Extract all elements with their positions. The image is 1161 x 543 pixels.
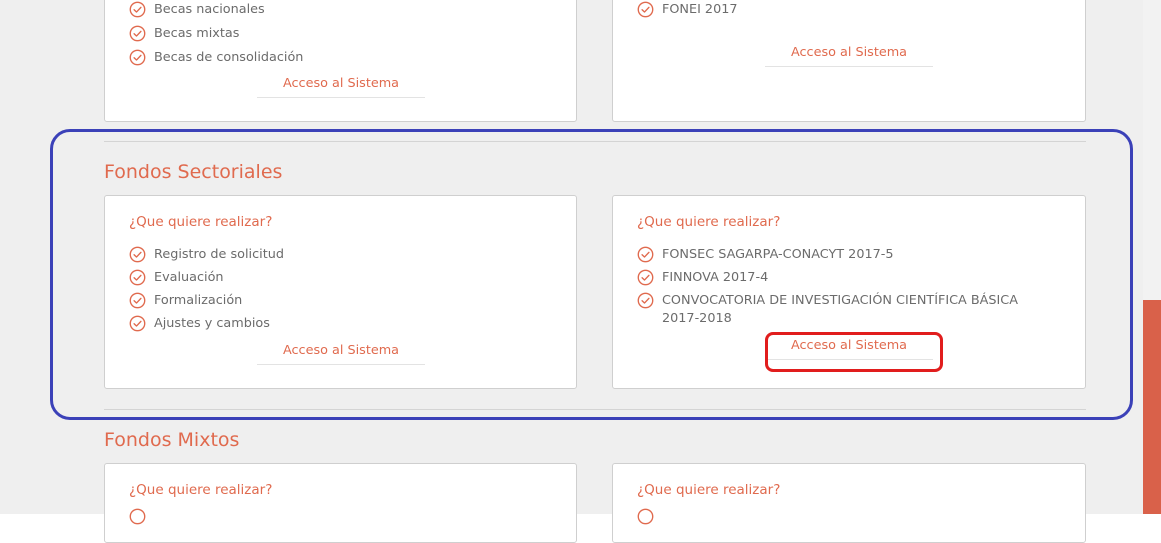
sectoriales-right-card: ¿Que quiere realizar? FONSEC SAGARPA-CON…: [612, 195, 1086, 389]
list-item: Becas de consolidación: [129, 49, 303, 67]
access-system-link[interactable]: Acceso al Sistema: [257, 343, 425, 365]
list-item: Becas mixtas: [129, 25, 239, 43]
item-label: Ajustes y cambios: [154, 316, 270, 331]
item-label: Registro de solicitud: [154, 247, 284, 262]
list-item: Ajustes y cambios: [129, 315, 270, 333]
item-label: FINNOVA 2017-4: [662, 270, 769, 285]
item-label: FONEI 2017: [662, 2, 738, 17]
sectoriales-left-card: ¿Que quiere realizar? Registro de solici…: [104, 195, 577, 389]
list-item: FONSEC SAGARPA-CONACYT 2017-5: [637, 246, 894, 264]
list-item: [637, 508, 662, 525]
check-circle-icon: [129, 292, 146, 309]
card-title: ¿Que quiere realizar?: [129, 482, 273, 498]
check-circle-icon: [129, 269, 146, 286]
list-item: CONVOCATORIA DE INVESTIGACIÓN CIENTÍFICA…: [637, 292, 1042, 328]
access-system-link[interactable]: Acceso al Sistema: [765, 338, 933, 360]
list-item: Evaluación: [129, 269, 224, 287]
check-circle-icon: [129, 49, 146, 66]
check-circle-icon: [637, 292, 654, 309]
section-title-fondos-sectoriales: Fondos Sectoriales: [104, 161, 283, 183]
mixtos-right-card: ¿Que quiere realizar?: [612, 463, 1086, 543]
check-circle-icon: [129, 25, 146, 42]
section-divider: [104, 141, 1086, 142]
becas-card: Becas nacionales Becas mixtas Becas de c…: [104, 0, 577, 122]
item-label: Becas nacionales: [154, 2, 265, 17]
check-circle-icon: [637, 508, 654, 525]
card-title: ¿Que quiere realizar?: [129, 214, 273, 230]
check-circle-icon: [637, 246, 654, 263]
list-item: [129, 508, 154, 525]
section-title-fondos-mixtos: Fondos Mixtos: [104, 429, 240, 451]
section-divider: [104, 409, 1086, 410]
item-label: FONSEC SAGARPA-CONACYT 2017-5: [662, 247, 894, 262]
access-system-link[interactable]: Acceso al Sistema: [765, 45, 933, 67]
list-item: Becas nacionales: [129, 1, 265, 19]
item-label: Becas mixtas: [154, 26, 240, 41]
list-item: Registro de solicitud: [129, 246, 284, 264]
item-label: Evaluación: [154, 270, 224, 285]
check-circle-icon: [637, 1, 654, 18]
item-label: Formalización: [154, 293, 243, 308]
check-circle-icon: [129, 315, 146, 332]
item-label: CONVOCATORIA DE INVESTIGACIÓN CIENTÍFICA…: [662, 293, 1019, 326]
mixtos-left-card: ¿Que quiere realizar?: [104, 463, 577, 543]
list-item: Formalización: [129, 292, 242, 310]
access-system-link[interactable]: Acceso al Sistema: [257, 76, 425, 98]
check-circle-icon: [129, 1, 146, 18]
fonei-card: FONEI 2017 Acceso al Sistema: [612, 0, 1086, 122]
check-circle-icon: [129, 246, 146, 263]
check-circle-icon: [129, 508, 146, 525]
check-circle-icon: [637, 269, 654, 286]
scrollbar-thumb[interactable]: [1143, 300, 1161, 514]
list-item: FINNOVA 2017-4: [637, 269, 768, 287]
card-title: ¿Que quiere realizar?: [637, 482, 781, 498]
item-label: Becas de consolidación: [154, 50, 304, 65]
list-item: FONEI 2017: [637, 1, 738, 19]
card-title: ¿Que quiere realizar?: [637, 214, 781, 230]
